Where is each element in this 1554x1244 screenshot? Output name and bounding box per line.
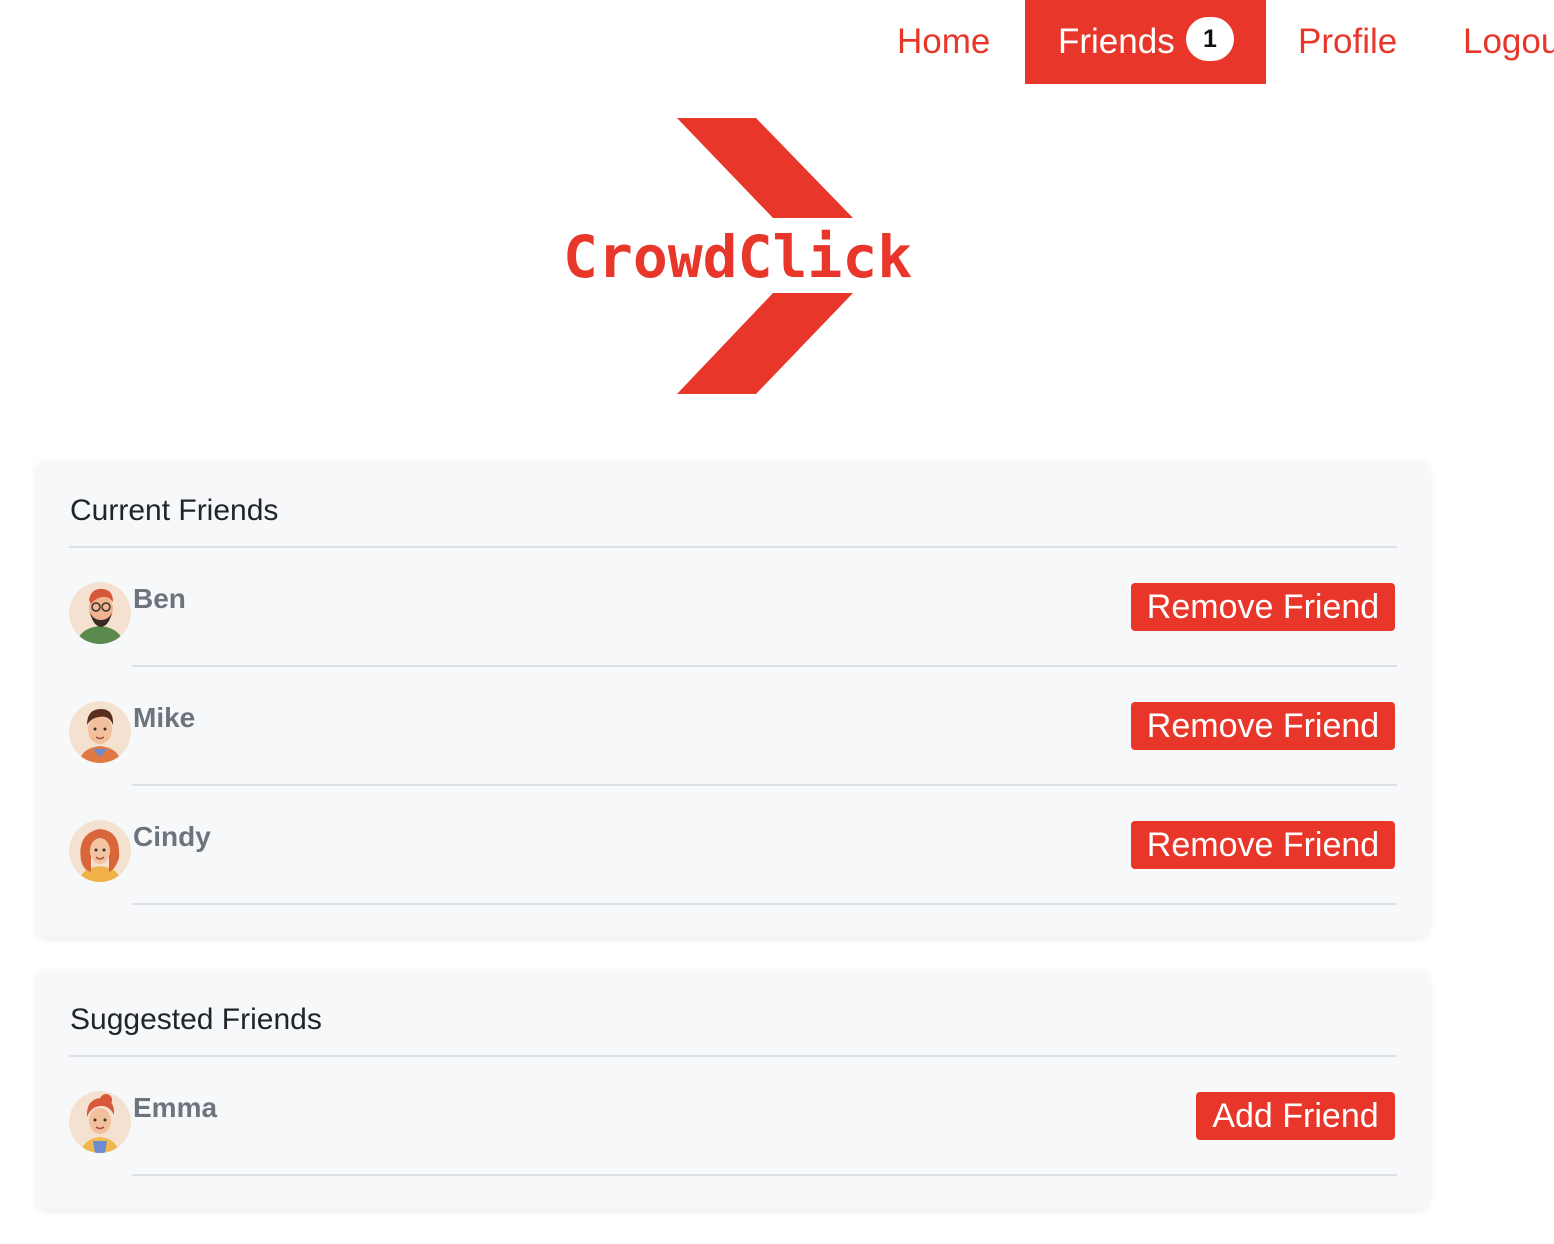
friend-row-emma: Emma Add Friend — [69, 1057, 1397, 1176]
friend-name: Cindy — [133, 821, 211, 852]
avatar-cindy — [69, 820, 131, 882]
friend-row-ben: Ben Remove Friend — [69, 548, 1397, 667]
remove-friend-button-ben[interactable]: Remove Friend — [1131, 583, 1395, 631]
current-friends-heading: Current Friends — [70, 494, 279, 527]
nav-friends-label: Friends — [1058, 22, 1175, 61]
add-friend-button-emma[interactable]: Add Friend — [1196, 1092, 1395, 1140]
avatar-emma — [69, 1091, 131, 1153]
nav-profile-link[interactable]: Profile — [1298, 0, 1397, 84]
nav-friends-link[interactable]: Friends 1 — [1025, 0, 1266, 84]
avatar-ben — [69, 582, 131, 644]
friend-name: Mike — [133, 702, 196, 733]
suggested-friends-heading: Suggested Friends — [70, 1003, 322, 1036]
suggested-friends-card: Suggested Friends Emma Add Friend — [36, 970, 1429, 1209]
friend-name: Ben — [133, 583, 186, 614]
avatar-mike — [69, 701, 131, 763]
remove-friend-button-cindy[interactable]: Remove Friend — [1131, 821, 1395, 869]
nav-home-link[interactable]: Home — [897, 0, 990, 84]
remove-friend-button-mike[interactable]: Remove Friend — [1131, 702, 1395, 750]
divider — [132, 903, 1397, 905]
current-friends-card: Current Friends Ben Remove Friend Mike R… — [36, 461, 1429, 937]
friend-request-count-badge: 1 — [1186, 17, 1234, 61]
friend-row-mike: Mike Remove Friend — [69, 667, 1397, 786]
friend-row-cindy: Cindy Remove Friend — [69, 786, 1397, 905]
friend-name: Emma — [133, 1092, 218, 1123]
nav-logout-link[interactable]: Logout — [1463, 0, 1554, 84]
logo-wordmark: CrowdClick — [563, 223, 913, 291]
divider — [132, 1174, 1397, 1176]
top-navigation: Home Friends 1 Profile Logout — [0, 0, 1554, 84]
crowdclick-logo: CrowdClick — [560, 115, 913, 397]
